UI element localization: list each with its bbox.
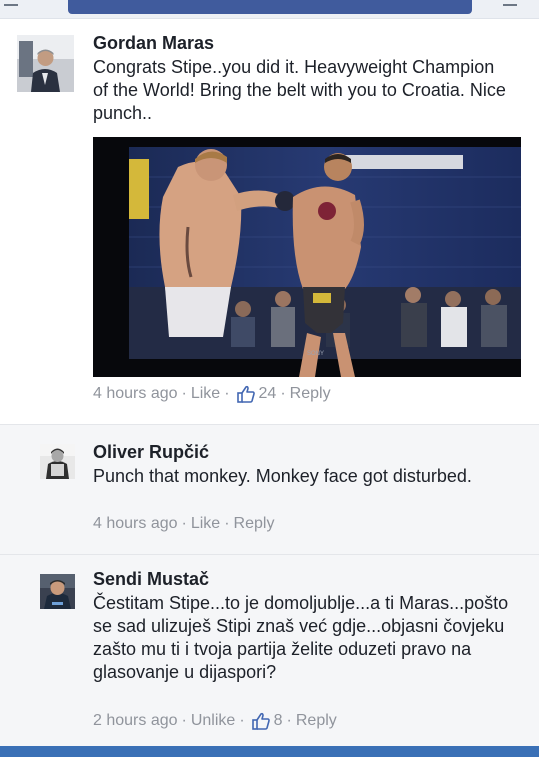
comment-gordan-maras: Gordan Maras Congrats Stipe..you did it.… xyxy=(0,19,539,422)
menu-icon[interactable] xyxy=(4,0,18,6)
separator-dot: · xyxy=(286,712,292,729)
comment-author[interactable]: Sendi Mustač xyxy=(93,569,209,590)
reply-button[interactable]: Reply xyxy=(290,385,331,403)
like-count: 24 xyxy=(258,385,277,402)
reply-button[interactable]: Reply xyxy=(296,712,337,730)
comment-sendi-mustac: Sendi Mustač Čestitam Stipe...to je domo… xyxy=(0,554,539,747)
separator-dot: · xyxy=(181,712,187,729)
comment-text: Punch that monkey. Monkey face got distu… xyxy=(93,466,472,486)
separator-dot: · xyxy=(239,712,245,729)
comment-meta: 4 hours ago · Like · 24 · Reply xyxy=(93,385,331,403)
avatar[interactable] xyxy=(17,35,74,92)
search-field[interactable] xyxy=(68,0,472,14)
comment-author[interactable]: Gordan Maras xyxy=(93,33,214,54)
unlike-button[interactable]: Unlike xyxy=(191,712,235,730)
comment-timestamp[interactable]: 4 hours ago xyxy=(93,515,178,533)
avatar[interactable] xyxy=(40,444,75,479)
comment-oliver-rupcic: Oliver Rupčić Punch that monkey. Monkey … xyxy=(0,424,539,554)
comment-timestamp[interactable]: 4 hours ago xyxy=(93,385,178,403)
comment-timestamp[interactable]: 2 hours ago xyxy=(93,712,178,730)
separator-dot: · xyxy=(224,385,230,402)
comment-text: Čestitam Stipe...to je domoljublje...a t… xyxy=(93,593,509,682)
separator-dot: · xyxy=(181,515,187,532)
comment-meta: 4 hours ago · Like · Reply xyxy=(93,515,274,533)
separator-dot: · xyxy=(280,385,286,402)
video-thumbnail[interactable]: SONY xyxy=(93,137,521,377)
like-button[interactable]: Like xyxy=(191,385,220,403)
like-count: 8 xyxy=(273,712,283,729)
bottom-bar xyxy=(0,746,539,757)
thumbs-up-icon[interactable] xyxy=(236,385,255,403)
reply-button[interactable]: Reply xyxy=(234,515,275,533)
thumbs-up-icon[interactable] xyxy=(251,712,270,730)
comment-text: Congrats Stipe..you did it. Heavyweight … xyxy=(93,57,506,123)
top-nav-bar xyxy=(0,0,539,19)
separator-dot: · xyxy=(181,385,187,402)
separator-dot: · xyxy=(224,515,230,532)
avatar[interactable] xyxy=(40,574,75,609)
like-button[interactable]: Like xyxy=(191,515,220,533)
comment-author[interactable]: Oliver Rupčić xyxy=(93,442,209,463)
comment-meta: 2 hours ago · Unlike · 8 · Reply xyxy=(93,712,337,730)
tv-brand-label: SONY xyxy=(307,351,324,357)
friends-icon[interactable] xyxy=(503,0,517,6)
